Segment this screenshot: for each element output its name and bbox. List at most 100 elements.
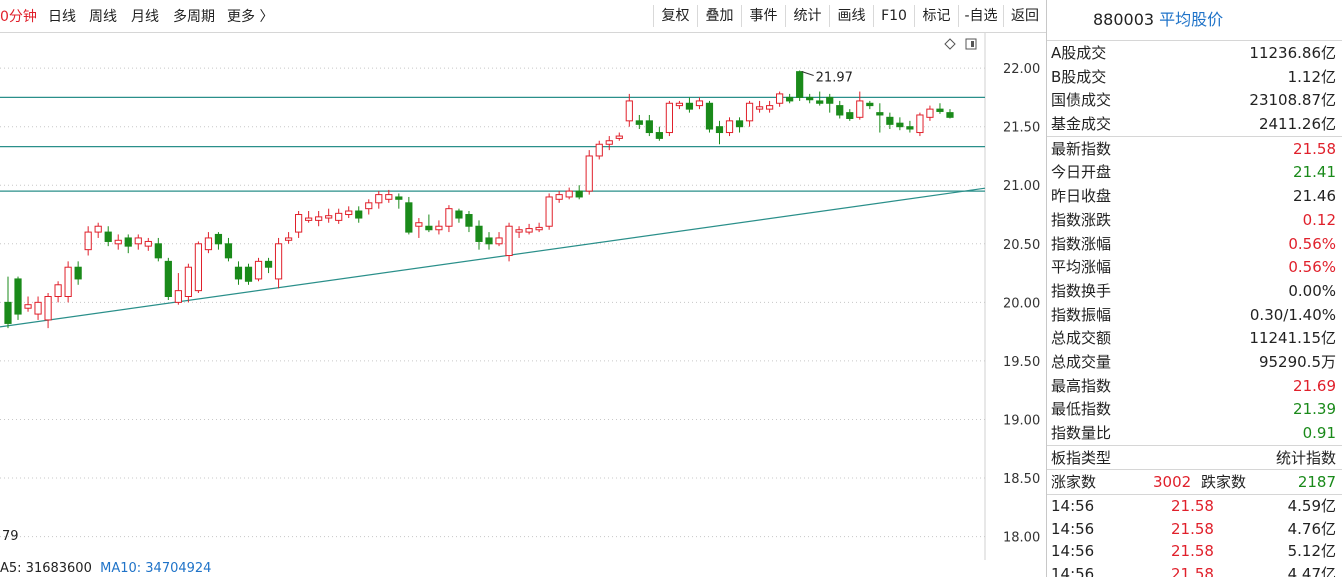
candle-body (104, 231, 112, 242)
candlestick-chart[interactable]: 22.00 21.50 21.00 20.50 20.00 19.50 19.00 18.50… (0, 33, 1046, 560)
diamond-icon[interactable] (944, 38, 956, 50)
tick-row[interactable]: 14:56 21.58 5.12亿 (1047, 540, 1342, 563)
candle (525, 223, 533, 235)
y-tick-label: 22.00 (1003, 62, 1040, 77)
stat-value: 23108.87亿 (1249, 91, 1336, 110)
index-stat-row: 今日开盘 21.41 (1047, 160, 1342, 184)
tick-time: 14:56 (1051, 497, 1095, 516)
stat-label: 指数量比 (1051, 424, 1112, 442)
tool-back-button[interactable]: 返回 (1003, 5, 1046, 27)
period-tab-weekly[interactable]: 周线 (89, 8, 117, 26)
candle (906, 120, 914, 133)
candle (605, 136, 613, 151)
candle (194, 241, 203, 293)
trendline (0, 187, 986, 328)
tool-watchlist-button[interactable]: -自选 (958, 5, 1003, 27)
stat-label: 国债成交 (1051, 91, 1112, 110)
candle (415, 218, 423, 238)
tool-f10-button[interactable]: F10 (873, 5, 914, 27)
candle (485, 232, 493, 250)
candle-body (505, 225, 513, 257)
index-stat-row: 总成交量 95290.5万 (1047, 350, 1342, 374)
candle (465, 211, 473, 233)
candle (635, 114, 643, 130)
candle (184, 263, 192, 303)
candle-body (525, 228, 533, 233)
candle (445, 205, 453, 233)
candle-body (575, 190, 583, 198)
candle (325, 208, 333, 223)
index-name[interactable]: 平均股价 (1159, 10, 1223, 29)
candle-body (876, 112, 884, 116)
candle-body (816, 100, 824, 104)
candle (355, 206, 363, 223)
candle (104, 226, 112, 247)
period-tab-daily[interactable]: 日线 (48, 8, 76, 26)
y-tick-label: 21.50 (1003, 121, 1040, 136)
candle (315, 211, 323, 227)
candle (224, 237, 233, 262)
period-tab-more[interactable]: 更多 〉 (227, 8, 273, 26)
candle (244, 263, 253, 285)
candle-body (555, 194, 563, 200)
candle (826, 93, 834, 113)
period-tab-monthly[interactable]: 月线 (131, 8, 159, 26)
candle (585, 150, 593, 195)
stat-value: 21.41 (1293, 163, 1336, 182)
tool-event-button[interactable]: 事件 (741, 5, 785, 27)
candle (345, 206, 353, 219)
candle-body (174, 290, 182, 303)
left-axis-label: 79 (2, 529, 19, 544)
candle (555, 191, 563, 203)
candle-body (264, 260, 273, 268)
candle-body (485, 237, 493, 245)
index-stat-row: 指数涨跌 0.12 (1047, 208, 1342, 232)
candle (375, 191, 383, 209)
candle-body (335, 212, 343, 221)
stat-value: 1.12亿 (1287, 67, 1336, 86)
chart-canvas[interactable]: 22.00 21.50 21.00 20.50 20.00 19.50 19.00 18.50… (0, 33, 1046, 560)
tool-stats-button[interactable]: 统计 (785, 5, 829, 27)
candle (565, 187, 573, 200)
tick-row[interactable]: 14:56 21.58 4.59亿 (1047, 495, 1342, 518)
candle (295, 211, 303, 238)
candle-body (745, 102, 754, 122)
candle-body (315, 216, 323, 221)
drawn-trendline[interactable] (0, 187, 986, 328)
period-tab-minute[interactable]: 0分钟 (0, 8, 37, 26)
candle-body (896, 122, 904, 128)
tool-mark-button[interactable]: 标记 (914, 5, 958, 27)
candle (926, 105, 934, 121)
candle (856, 91, 864, 120)
candle (385, 189, 393, 203)
candle-body (54, 284, 62, 298)
tick-row[interactable]: 14:56 21.58 4.76亿 (1047, 518, 1342, 541)
tick-row[interactable]: 14:56 21.58 4.47亿 (1047, 563, 1342, 577)
tool-adjust-button[interactable]: 复权 (653, 5, 697, 27)
candle-body (635, 120, 643, 125)
candle-body (284, 237, 293, 241)
stat-value: 0.00% (1288, 281, 1336, 300)
candle-body (755, 106, 764, 110)
candle-body (585, 155, 593, 192)
stat-label: B股成交 (1051, 67, 1107, 86)
tick-list[interactable]: 14:56 21.58 4.59亿 14:56 21.58 4.76亿 14:56 21.58… (1047, 495, 1342, 577)
candle (124, 234, 132, 254)
candle (34, 296, 42, 320)
index-stat-row: 总成交额 11241.15亿 (1047, 326, 1342, 350)
tool-overlay-button[interactable]: 叠加 (697, 5, 741, 27)
stat-value: 0.30/1.40% (1249, 305, 1336, 324)
panel-toggle-icon[interactable] (965, 38, 977, 50)
period-tab-multi[interactable]: 多周期 (173, 8, 215, 26)
candle-body (465, 214, 473, 227)
candle-body (866, 102, 874, 107)
candle (685, 97, 694, 113)
candle-body (385, 194, 393, 200)
candle-body (455, 210, 463, 219)
candle (164, 257, 172, 301)
candle (4, 276, 12, 329)
tool-draw-button[interactable]: 画线 (829, 5, 873, 27)
candle-body (445, 208, 453, 227)
turnover-row: 基金成交 2411.26亿 (1047, 112, 1342, 136)
stat-label: 最低指数 (1051, 400, 1112, 419)
